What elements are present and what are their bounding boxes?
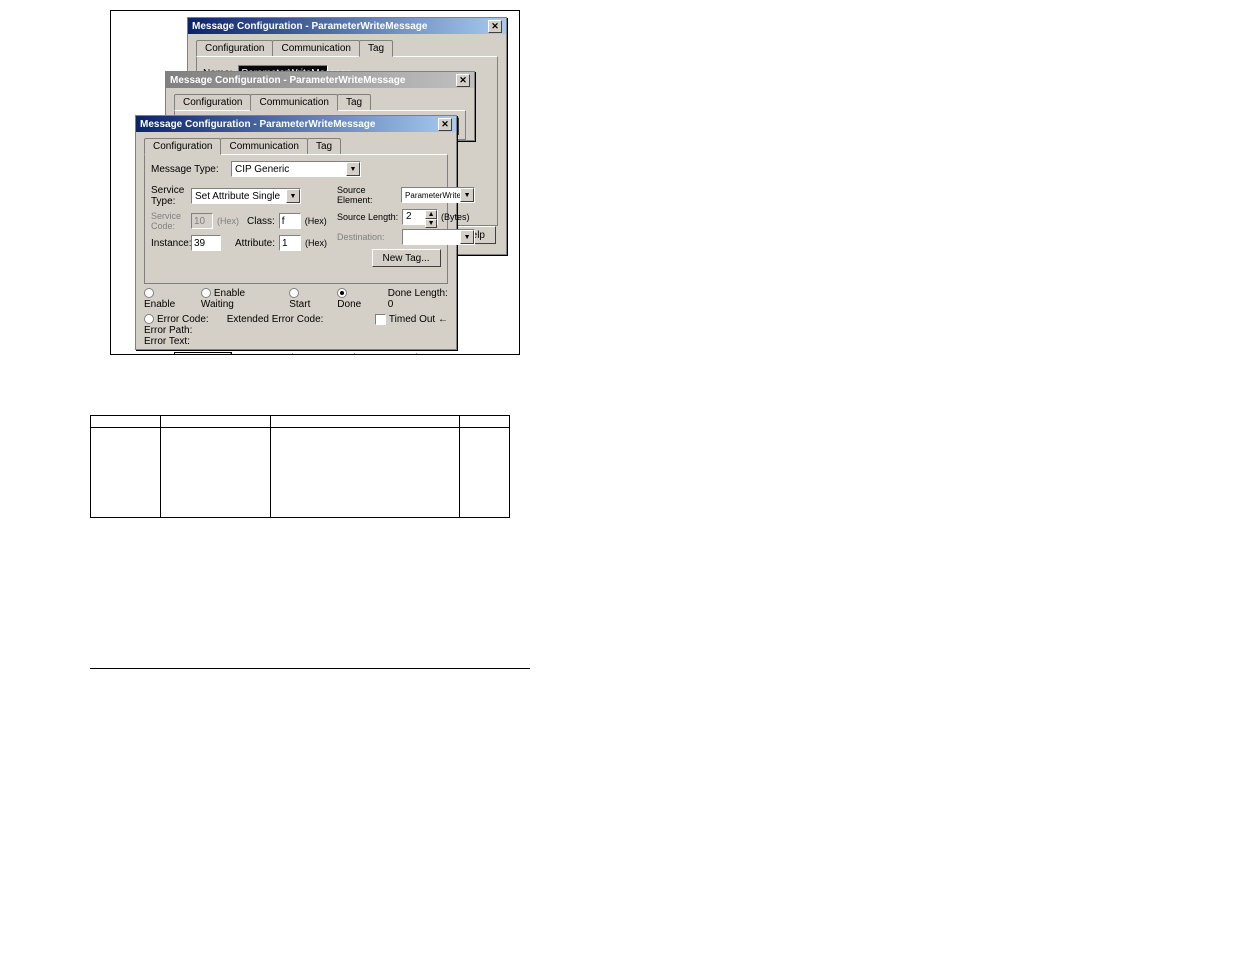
help-button[interactable]: Help <box>361 353 417 355</box>
attribute-hex: (Hex) <box>305 238 327 248</box>
close-icon[interactable]: ✕ <box>438 118 452 131</box>
tab-communication[interactable]: Communication <box>272 40 359 56</box>
destination-label: Destination: <box>337 232 399 242</box>
error-text-label: Error Text: <box>144 336 448 347</box>
tabs-comm: Configuration Communication Tag <box>174 94 474 110</box>
chevron-down-icon[interactable]: ▼ <box>460 188 474 202</box>
panel-conf: Message Type: CIP Generic ▼ Service Type… <box>144 154 448 284</box>
status-area: Enable Enable Waiting Start Done Done Le… <box>144 288 448 347</box>
titlebar-conf: Message Configuration - ParameterWriteMe… <box>136 116 456 132</box>
tabs-conf: Configuration Communication Tag <box>144 138 456 154</box>
source-length-spinner[interactable]: 2 ▲ ▼ <box>402 209 438 225</box>
error-path-label: Error Path: <box>144 325 448 336</box>
dialog-buttons: OK Cancel Apply Help <box>144 353 448 355</box>
data-table <box>90 415 510 518</box>
chevron-down-icon[interactable]: ▼ <box>460 230 474 244</box>
cancel-button[interactable]: Cancel <box>237 353 293 355</box>
tab-configuration[interactable]: Configuration <box>144 138 221 155</box>
source-length-label: Source Length: <box>337 212 399 222</box>
spin-down-icon[interactable]: ▼ <box>425 219 437 228</box>
tab-configuration[interactable]: Configuration <box>174 94 251 110</box>
title-comm: Message Configuration - ParameterWriteMe… <box>170 75 405 86</box>
timed-out-check[interactable]: Timed Out ← <box>375 314 448 325</box>
chevron-down-icon[interactable]: ▼ <box>346 162 360 176</box>
chevron-down-icon[interactable]: ▼ <box>286 189 300 203</box>
enable-radio[interactable]: Enable <box>144 288 183 310</box>
title-conf: Message Configuration - ParameterWriteMe… <box>140 119 375 130</box>
instance-input[interactable]: 39 <box>191 235 221 251</box>
tab-tag[interactable]: Tag <box>337 94 371 110</box>
tab-tag[interactable]: Tag <box>359 40 393 57</box>
class-hex: (Hex) <box>305 216 327 226</box>
done-length: Done Length: 0 <box>388 288 448 310</box>
start-radio[interactable]: Start <box>289 288 319 310</box>
tab-configuration[interactable]: Configuration <box>196 40 273 56</box>
error-code-radio[interactable]: Error Code: <box>144 314 209 325</box>
tabs-tag: Configuration Communication Tag <box>196 40 506 56</box>
apply-button: Apply <box>299 353 355 355</box>
class-input[interactable]: f <box>279 213 301 229</box>
message-type-label: Message Type: <box>151 164 223 175</box>
bytes-label: (Bytes) <box>441 212 470 222</box>
ext-error-code-label: Extended Error Code: <box>227 314 324 325</box>
tab-tag[interactable]: Tag <box>307 138 341 154</box>
ok-button[interactable]: OK <box>175 353 231 355</box>
instance-label: Instance: <box>151 238 187 249</box>
destination-select[interactable]: ▼ <box>402 229 475 245</box>
separator <box>90 668 530 669</box>
titlebar-tag: Message Configuration - ParameterWriteMe… <box>188 18 506 34</box>
figure-frame: Message Configuration - ParameterWriteMe… <box>110 10 520 355</box>
done-radio[interactable]: Done <box>337 288 370 310</box>
titlebar-comm: Message Configuration - ParameterWriteMe… <box>166 72 474 88</box>
enable-waiting-radio[interactable]: Enable Waiting <box>201 288 271 310</box>
tab-communication[interactable]: Communication <box>220 138 307 154</box>
attribute-label: Attribute: <box>235 238 275 249</box>
service-code-hex: (Hex) <box>217 216 239 226</box>
service-type-select[interactable]: Set Attribute Single ▼ <box>191 188 301 204</box>
new-tag-button[interactable]: New Tag... <box>372 249 441 267</box>
class-label: Class: <box>247 216 275 227</box>
tab-communication[interactable]: Communication <box>250 94 337 111</box>
window-conf: Message Configuration - ParameterWriteMe… <box>135 115 457 350</box>
source-element-select[interactable]: ParameterWriteValue ▼ <box>401 187 475 203</box>
service-code-label: Service Code: <box>151 211 187 231</box>
service-code-input: 10 <box>191 213 213 229</box>
title-tag: Message Configuration - ParameterWriteMe… <box>192 21 427 32</box>
source-element-label: Source Element: <box>337 185 398 205</box>
close-icon[interactable]: ✕ <box>456 74 470 87</box>
close-icon[interactable]: ✕ <box>488 20 502 33</box>
spin-up-icon[interactable]: ▲ <box>425 210 437 219</box>
message-type-select[interactable]: CIP Generic ▼ <box>231 161 361 177</box>
service-type-label: Service Type: <box>151 185 187 207</box>
attribute-input[interactable]: 1 <box>279 235 301 251</box>
